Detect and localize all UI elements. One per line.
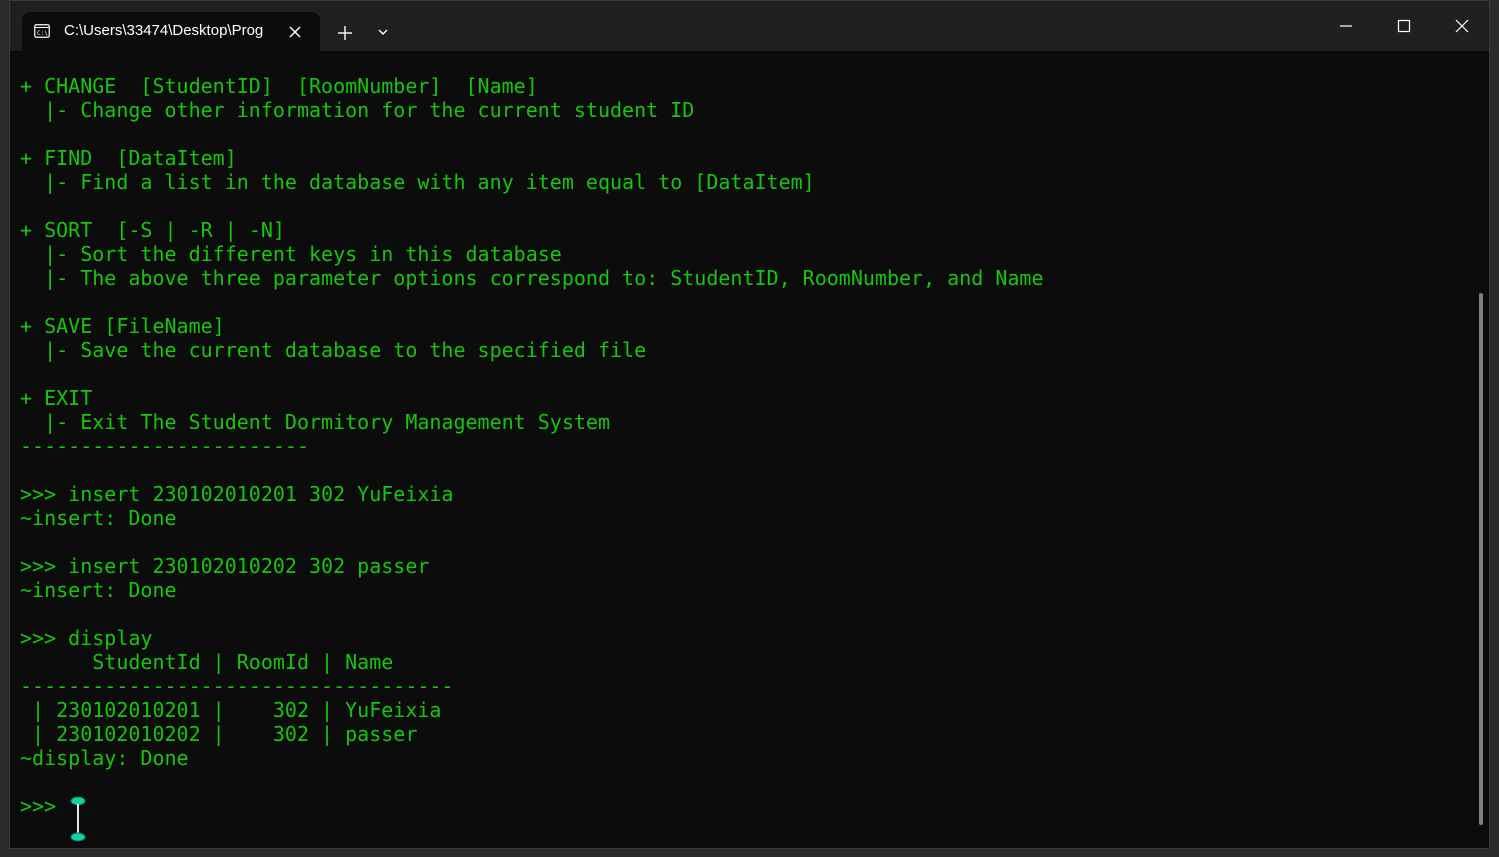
terminal-line: |- The above three parameter options cor… xyxy=(20,266,1044,290)
close-icon[interactable] xyxy=(1442,8,1482,44)
terminal-line: |- Sort the different keys in this datab… xyxy=(20,242,562,266)
maximize-icon[interactable] xyxy=(1384,8,1424,44)
new-tab-plus-icon[interactable] xyxy=(332,20,358,46)
terminal-line: + FIND [DataItem] xyxy=(20,146,237,170)
title-bar[interactable]: C:\ C:\Users\33474\Desktop\Prog xyxy=(10,1,1489,51)
terminal-window: C:\ C:\Users\33474\Desktop\Prog + CHANGE… xyxy=(9,0,1490,849)
terminal-line: |- Exit The Student Dormitory Management… xyxy=(20,410,611,434)
terminal-line: |- Change other information for the curr… xyxy=(20,98,695,122)
tab-active[interactable]: C:\ C:\Users\33474\Desktop\Prog xyxy=(22,12,320,51)
terminal-line: >>> display xyxy=(20,626,153,650)
terminal-line: + SAVE [FileName] xyxy=(20,314,225,338)
vertical-scrollbar[interactable] xyxy=(1479,293,1483,825)
terminal-line: |- Find a list in the database with any … xyxy=(20,170,815,194)
terminal-line: | 230102010201 | 302 | YuFeixia xyxy=(20,698,442,722)
terminal-line: ------------------------ xyxy=(20,434,309,458)
terminal-line: ~insert: Done xyxy=(20,578,177,602)
svg-text:C:\: C:\ xyxy=(37,30,48,37)
terminal-line: >>> insert 230102010201 302 YuFeixia xyxy=(20,482,454,506)
terminal-line: ~insert: Done xyxy=(20,506,177,530)
terminal-prompt-line: >>> xyxy=(20,794,69,818)
terminal-line: + CHANGE [StudentID] [RoomNumber] [Name] xyxy=(20,74,538,98)
terminal-line: + SORT [-S | -R | -N] xyxy=(20,218,285,242)
terminal-line: |- Save the current database to the spec… xyxy=(20,338,647,362)
terminal-line: + EXIT xyxy=(20,386,93,410)
terminal-icon: C:\ xyxy=(34,24,50,38)
text-cursor-icon xyxy=(65,796,91,842)
terminal-line: | 230102010202 | 302 | passer xyxy=(20,722,418,746)
terminal-line: StudentId | RoomId | Name xyxy=(20,650,394,674)
minimize-icon[interactable] xyxy=(1326,8,1366,44)
terminal-line: ------------------------------------ xyxy=(20,674,454,698)
tab-title: C:\Users\33474\Desktop\Prog xyxy=(64,22,264,39)
terminal-line: ~display: Done xyxy=(20,746,189,770)
chevron-down-icon[interactable] xyxy=(372,21,394,43)
tab-close-icon[interactable] xyxy=(284,21,306,43)
terminal-line: >>> insert 230102010202 302 passer xyxy=(20,554,430,578)
terminal-output[interactable]: + CHANGE [StudentID] [RoomNumber] [Name]… xyxy=(20,74,1470,844)
